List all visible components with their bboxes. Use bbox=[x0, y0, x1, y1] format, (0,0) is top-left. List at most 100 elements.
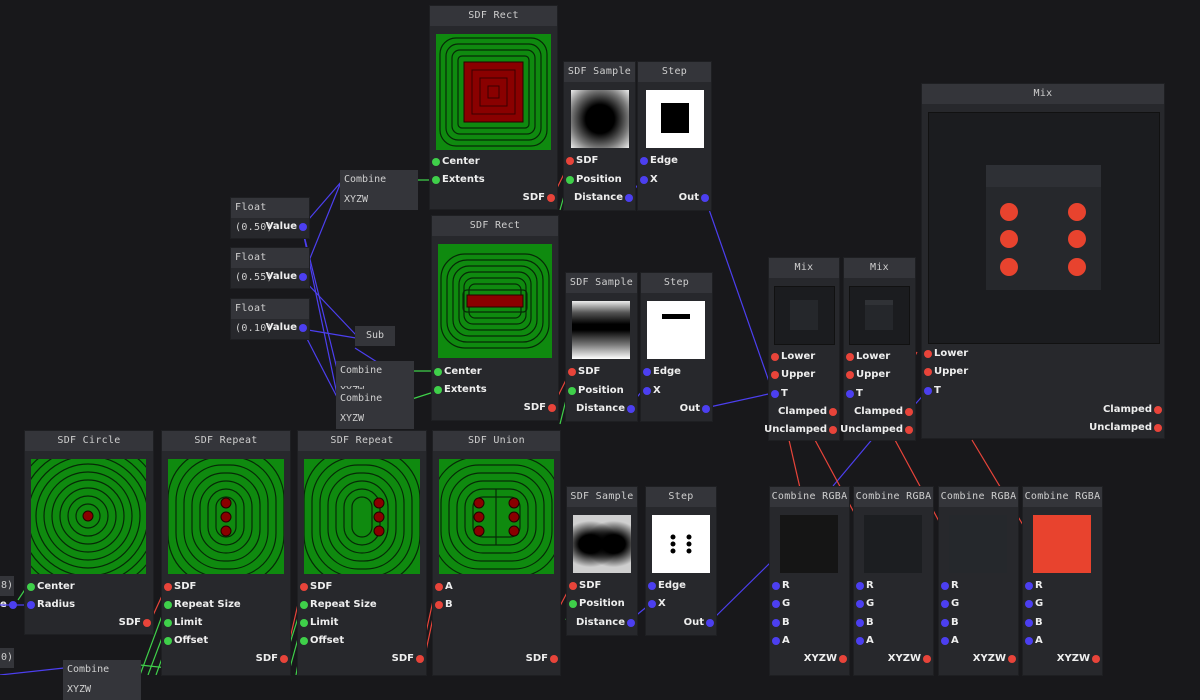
sdf-port[interactable]: SDF bbox=[164, 581, 196, 593]
g-socket[interactable] bbox=[772, 600, 780, 608]
step-node-1[interactable]: Step Edge X Out bbox=[638, 62, 711, 210]
t-socket[interactable] bbox=[924, 387, 932, 395]
lower-socket[interactable] bbox=[924, 350, 932, 358]
x-port[interactable]: X bbox=[643, 385, 661, 397]
node-title[interactable]: Combine XYZW bbox=[63, 660, 141, 700]
b-socket[interactable] bbox=[856, 619, 864, 627]
sdf-output-port[interactable]: SDF bbox=[524, 402, 556, 414]
out-output-port[interactable]: Out bbox=[680, 403, 710, 415]
position-socket[interactable] bbox=[568, 387, 576, 395]
lower-port[interactable]: Lower bbox=[846, 351, 890, 363]
a-socket[interactable] bbox=[435, 583, 443, 591]
t-socket[interactable] bbox=[846, 390, 854, 398]
clipped-float-node-top[interactable]: 8) bbox=[0, 576, 14, 596]
float-node-2[interactable]: Float (0.55) Value bbox=[231, 248, 309, 288]
sdf-socket[interactable] bbox=[300, 583, 308, 591]
node-title[interactable]: 8) bbox=[0, 576, 14, 596]
out-socket[interactable] bbox=[706, 619, 714, 627]
value-output-port[interactable]: Value bbox=[266, 322, 307, 334]
value-socket[interactable] bbox=[299, 273, 307, 281]
out-output-port[interactable]: Out bbox=[684, 617, 714, 629]
lower-port[interactable]: Lower bbox=[924, 348, 968, 360]
sdf-socket[interactable] bbox=[280, 655, 288, 663]
sdf-circle-node[interactable]: SDF Circle Center Radius SDF bbox=[25, 431, 153, 634]
center-port[interactable]: Center bbox=[432, 156, 480, 168]
r-socket[interactable] bbox=[856, 582, 864, 590]
sdf-socket[interactable] bbox=[143, 619, 151, 627]
g-port[interactable]: G bbox=[1025, 598, 1043, 610]
clamped-output-port[interactable]: Clamped bbox=[854, 406, 913, 418]
distance-socket[interactable] bbox=[627, 405, 635, 413]
sdf-port[interactable]: SDF bbox=[569, 580, 601, 592]
limit-port[interactable]: Limit bbox=[300, 617, 338, 629]
value-socket[interactable] bbox=[299, 223, 307, 231]
edge-socket[interactable] bbox=[648, 582, 656, 590]
position-port[interactable]: Position bbox=[569, 598, 625, 610]
upper-socket[interactable] bbox=[771, 371, 779, 379]
node-title[interactable]: Mix bbox=[844, 258, 915, 278]
step-node-3[interactable]: Step Edge X Out bbox=[646, 487, 716, 635]
combine-rgba-node-1[interactable]: Combine RGBA R G B A XYZW bbox=[770, 487, 849, 675]
a-port[interactable]: A bbox=[856, 635, 874, 647]
step-node-2[interactable]: Step Edge X Out bbox=[641, 273, 712, 421]
b-socket[interactable] bbox=[435, 601, 443, 609]
upper-socket[interactable] bbox=[924, 368, 932, 376]
r-port[interactable]: R bbox=[941, 580, 959, 592]
node-title[interactable]: Mix bbox=[769, 258, 839, 278]
b-port[interactable]: B bbox=[772, 617, 790, 629]
r-socket[interactable] bbox=[772, 582, 780, 590]
g-socket[interactable] bbox=[1025, 600, 1033, 608]
sdf-repeat-node-1[interactable]: SDF Repeat SDF Repeat Size Limit Offset … bbox=[162, 431, 290, 675]
r-port[interactable]: R bbox=[772, 580, 790, 592]
sdf-output-port[interactable]: SDF bbox=[119, 617, 151, 629]
t-port[interactable]: T bbox=[846, 388, 863, 400]
extents-port[interactable]: Extents bbox=[434, 384, 487, 396]
xyzw-output-port[interactable]: XYZW bbox=[888, 653, 931, 665]
node-title[interactable]: Float (0.50) bbox=[231, 198, 309, 233]
node-title[interactable]: 0) bbox=[0, 648, 14, 668]
limit-port[interactable]: Limit bbox=[164, 617, 202, 629]
upper-port[interactable]: Upper bbox=[924, 366, 968, 378]
limit-socket[interactable] bbox=[300, 619, 308, 627]
sdf-socket[interactable] bbox=[569, 582, 577, 590]
sdf-rect-node-1[interactable]: SDF Rect Center Extents SDF bbox=[430, 6, 557, 209]
center-port[interactable]: Center bbox=[27, 581, 75, 593]
edge-port[interactable]: Edge bbox=[648, 580, 686, 592]
sdf-socket[interactable] bbox=[568, 368, 576, 376]
value-output-port[interactable]: Value bbox=[266, 271, 307, 283]
t-port[interactable]: T bbox=[771, 388, 788, 400]
sdf-output-port[interactable]: SDF bbox=[526, 653, 558, 665]
unclamped-socket[interactable] bbox=[905, 426, 913, 434]
node-title[interactable]: Step bbox=[646, 487, 716, 507]
node-title[interactable]: SDF Sample bbox=[566, 273, 637, 293]
combine-xyzw-node-4[interactable]: Combine XYZW bbox=[63, 660, 141, 700]
radius-socket[interactable] bbox=[27, 601, 35, 609]
sdf-port[interactable]: SDF bbox=[568, 366, 600, 378]
a-port[interactable]: A bbox=[941, 635, 959, 647]
g-socket[interactable] bbox=[856, 600, 864, 608]
node-title[interactable]: Mix bbox=[922, 84, 1164, 104]
a-socket[interactable] bbox=[1025, 637, 1033, 645]
b-socket[interactable] bbox=[941, 619, 949, 627]
a-port[interactable]: A bbox=[1025, 635, 1043, 647]
unclamped-output-port[interactable]: Unclamped bbox=[1089, 422, 1162, 434]
distance-socket[interactable] bbox=[627, 619, 635, 627]
sdf-output-port[interactable]: SDF bbox=[392, 653, 424, 665]
sdf-port[interactable]: SDF bbox=[566, 155, 598, 167]
sdf-port[interactable]: SDF bbox=[300, 581, 332, 593]
a-socket[interactable] bbox=[941, 637, 949, 645]
r-socket[interactable] bbox=[1025, 582, 1033, 590]
center-socket[interactable] bbox=[432, 158, 440, 166]
t-port[interactable]: T bbox=[924, 385, 941, 397]
sdf-sample-node-1[interactable]: SDF Sample SDF Position Distance bbox=[564, 62, 635, 210]
edge-socket[interactable] bbox=[640, 157, 648, 165]
repeat-size-socket[interactable] bbox=[300, 601, 308, 609]
b-port[interactable]: B bbox=[1025, 617, 1043, 629]
sdf-output-port[interactable]: SDF bbox=[523, 192, 555, 204]
sdf-socket[interactable] bbox=[548, 404, 556, 412]
a-socket[interactable] bbox=[856, 637, 864, 645]
out-socket[interactable] bbox=[701, 194, 709, 202]
sdf-socket[interactable] bbox=[550, 655, 558, 663]
sdf-socket[interactable] bbox=[416, 655, 424, 663]
node-title[interactable]: Combine XYZW bbox=[336, 389, 414, 429]
